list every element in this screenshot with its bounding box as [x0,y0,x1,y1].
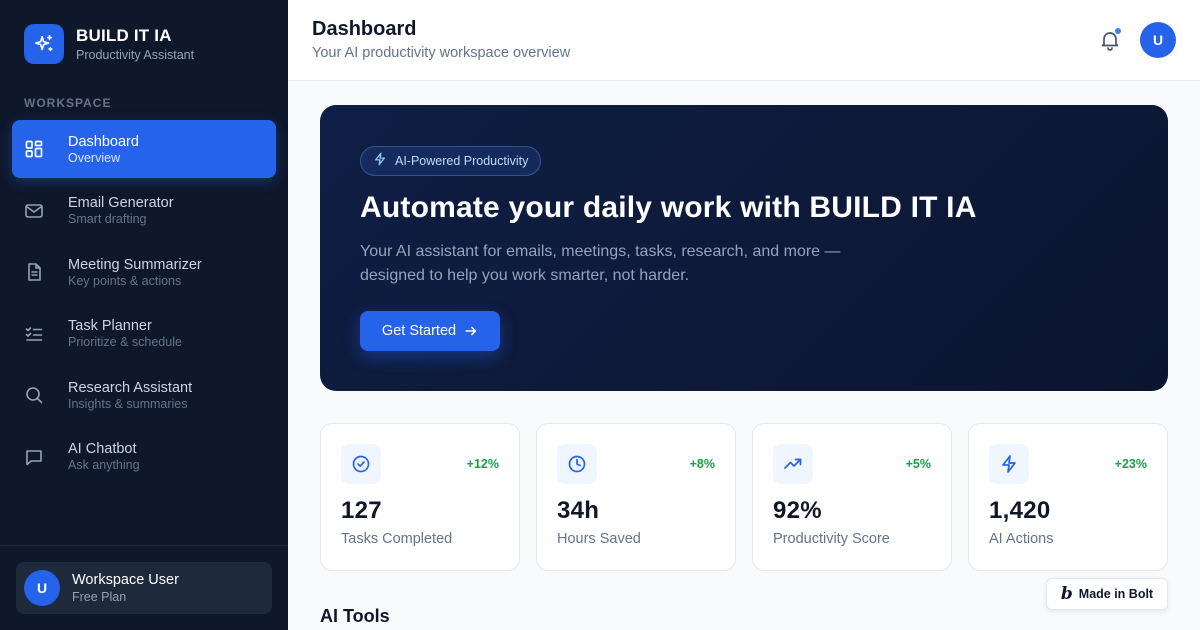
section-label-workspace: WORKSPACE [24,96,112,110]
hero-banner: AI-Powered Productivity Automate your da… [320,105,1168,391]
checklist-icon [24,324,44,344]
stat-value: 1,420 [989,497,1051,524]
notification-dot [1114,27,1122,35]
stat-value: 92% [773,497,822,524]
arrow-right-icon [465,326,477,336]
stat-card-tasks: +12% 127 Tasks Completed [320,423,520,571]
sidebar: BUILD IT IA Productivity Assistant WORKS… [0,0,288,630]
brand-subtitle: Productivity Assistant [76,48,195,62]
sidebar-item-sub: Insights & summaries [68,396,188,411]
stat-card-hours: +8% 34h Hours Saved [536,423,736,571]
bolt-badge-text: Made in Bolt [1078,587,1154,601]
sidebar-item-sub: Prioritize & schedule [68,335,182,349]
get-started-label: Get Started [381,323,457,339]
lightning-icon [373,152,387,171]
page-subtitle: Your AI productivity workspace overview [312,45,571,61]
search-icon [24,385,44,405]
stat-card-ai-actions: +23% 1,420 AI Actions [968,423,1168,571]
avatar: U [24,570,60,606]
sparkles-icon [24,24,64,64]
hero-title: Automate your daily work with BUILD IT I… [360,191,977,224]
top-header: Dashboard Your AI productivity workspace… [288,0,1200,81]
sidebar-item-label: Research Assistant [68,379,193,396]
document-icon [24,262,44,282]
sidebar-item-label: AI Chatbot [68,441,137,457]
user-name: Workspace User [72,572,179,588]
clock-icon [557,444,597,484]
trending-up-icon [773,444,813,484]
sidebar-item-research-assistant[interactable]: Research Assistant Insights & summaries [12,366,276,424]
stat-label: Tasks Completed [341,531,453,547]
sidebar-item-task-planner[interactable]: Task Planner Prioritize & schedule [12,305,276,363]
user-plan: Free Plan [72,590,127,604]
sidebar-nav: Dashboard Overview Email Generator Smart… [12,120,276,489]
stat-value: 127 [341,497,382,524]
made-in-bolt-badge[interactable]: b Made in Bolt [1046,578,1168,610]
stat-change: +5% [905,457,931,471]
stat-change: +12% [466,457,499,471]
section-title-ai-tools: AI Tools [320,606,390,626]
sidebar-item-ai-chatbot[interactable]: AI Chatbot Ask anything [12,428,276,486]
sidebar-item-sub: Key points & actions [68,273,182,288]
stat-change: +23% [1114,457,1147,471]
hero-badge-text: AI-Powered Productivity [395,154,529,168]
brand-title: BUILD IT IA [76,26,172,45]
sidebar-item-label: Meeting Summarizer [68,256,202,273]
sidebar-item-meeting-summarizer[interactable]: Meeting Summarizer Key points & actions [12,243,276,301]
stat-change: +8% [689,457,715,471]
hero-badge: AI-Powered Productivity [360,146,542,176]
page-title: Dashboard [312,18,417,40]
stat-label: Hours Saved [557,531,641,547]
get-started-button[interactable]: Get Started [360,311,500,351]
bolt-logo-icon: b [1060,584,1073,604]
sidebar-divider [0,545,288,546]
stat-label: Productivity Score [773,531,890,547]
sidebar-item-dashboard[interactable]: Dashboard Overview [12,120,276,178]
user-card[interactable]: U Workspace User Free Plan [16,562,272,614]
lightning-icon [989,444,1029,484]
mail-icon [24,201,44,221]
header-avatar[interactable]: U [1140,22,1176,58]
sidebar-item-email-generator[interactable]: Email Generator Smart drafting [12,182,276,240]
sidebar-item-label: Email Generator [68,195,174,211]
chat-icon [24,447,44,467]
check-circle-icon [341,444,381,484]
sidebar-item-label: Task Planner [68,318,152,334]
sidebar-item-sub: Overview [68,150,121,165]
grid-icon [24,139,44,159]
brand[interactable]: BUILD IT IA Productivity Assistant [24,24,194,64]
sidebar-item-sub: Smart drafting [68,212,147,226]
stat-card-productivity: +5% 92% Productivity Score [752,423,952,571]
stat-value: 34h [557,497,600,524]
sidebar-item-sub: Ask anything [68,458,140,472]
stat-label: AI Actions [989,531,1054,547]
hero-description: Your AI assistant for emails, meetings, … [360,243,841,284]
sidebar-item-label: Dashboard [68,133,139,150]
